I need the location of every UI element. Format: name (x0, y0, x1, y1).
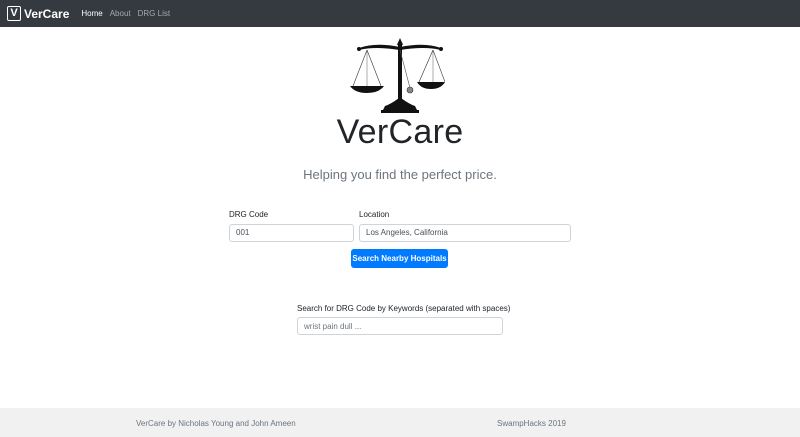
nav-drg-list-link[interactable]: DRG List (138, 9, 170, 18)
nav-home-link[interactable]: Home (81, 9, 102, 18)
location-label: Location (359, 210, 390, 219)
brand-link[interactable]: V VerCare (7, 6, 69, 21)
tagline: Helping you find the perfect price. (303, 167, 497, 182)
location-input[interactable]: Los Angeles, California (359, 224, 571, 242)
footer-event: SwampHacks 2019 (497, 419, 566, 428)
keyword-search-input[interactable] (297, 317, 503, 335)
hero-title: VerCare (336, 113, 464, 151)
navbar: V VerCare Home About DRG List (0, 0, 800, 27)
scales-of-justice-icon (350, 38, 445, 113)
footer-credits: VerCare by Nicholas Young and John Ameen (136, 419, 296, 428)
brand-name: VerCare (24, 6, 70, 21)
brand-logo-icon: V (7, 6, 21, 21)
drg-code-label: DRG Code (229, 210, 269, 219)
search-nearby-hospitals-button[interactable]: Search Nearby Hospitals (351, 249, 448, 268)
keyword-search-label: Search for DRG Code by Keywords (separat… (297, 304, 511, 313)
footer: VerCare by Nicholas Young and John Ameen… (0, 408, 800, 437)
drg-code-input[interactable]: 001 (229, 224, 354, 242)
nav-about-link[interactable]: About (110, 9, 131, 18)
